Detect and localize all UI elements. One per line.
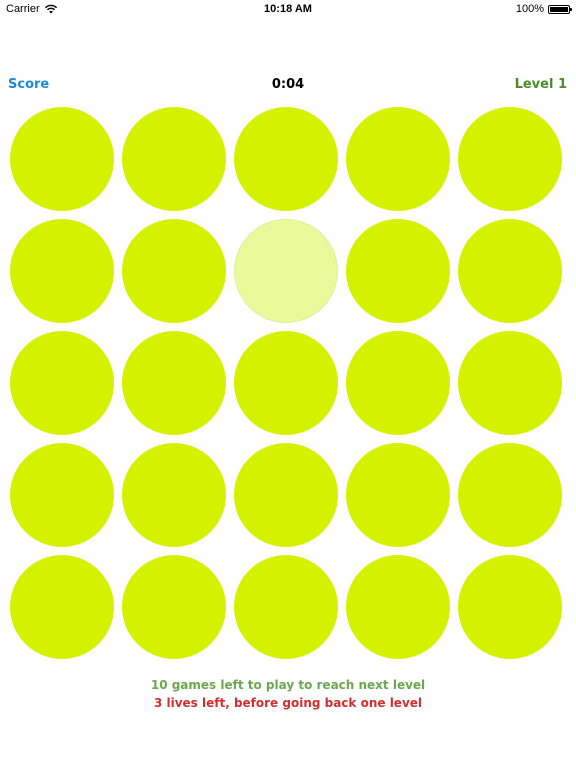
level-indicator: Level 1	[514, 77, 567, 92]
game-circle[interactable]	[346, 555, 450, 659]
game-circle[interactable]	[458, 443, 562, 547]
game-circle[interactable]	[122, 107, 226, 211]
game-circle[interactable]	[10, 107, 114, 211]
game-circle[interactable]	[234, 443, 338, 547]
game-timer: 0:04	[271, 77, 305, 92]
game-circle[interactable]	[10, 443, 114, 547]
lives-left-text: 3 lives left, before going back one leve…	[153, 696, 423, 710]
game-circle[interactable]	[122, 331, 226, 435]
game-board	[10, 107, 566, 659]
game-circle[interactable]	[234, 555, 338, 659]
game-circle[interactable]	[122, 219, 226, 323]
games-left-text: 10 games left to play to reach next leve…	[150, 678, 426, 692]
game-circle[interactable]	[346, 331, 450, 435]
game-circle[interactable]	[234, 331, 338, 435]
status-bar: Carrier 10:18 AM 100%	[0, 0, 576, 20]
game-circle[interactable]	[458, 555, 562, 659]
game-circle[interactable]	[346, 443, 450, 547]
game-header: Score 0:04 Level 1	[0, 74, 576, 96]
battery-percent: 100%	[515, 3, 544, 15]
game-circle[interactable]	[10, 555, 114, 659]
game-circle[interactable]	[122, 555, 226, 659]
game-circle[interactable]	[10, 219, 114, 323]
status-time: 10:18 AM	[264, 3, 312, 15]
game-circle[interactable]	[346, 219, 450, 323]
game-circle[interactable]	[458, 219, 562, 323]
game-circle[interactable]	[458, 107, 562, 211]
game-circle[interactable]	[346, 107, 450, 211]
battery-fill	[550, 6, 568, 12]
game-circle[interactable]	[122, 443, 226, 547]
game-circle[interactable]	[234, 107, 338, 211]
game-circle-highlighted[interactable]	[234, 219, 338, 323]
game-circle[interactable]	[458, 331, 562, 435]
game-circle[interactable]	[10, 331, 114, 435]
status-right: 100%	[515, 3, 572, 15]
battery-icon	[548, 4, 572, 14]
game-footer: 10 games left to play to reach next leve…	[0, 676, 576, 712]
